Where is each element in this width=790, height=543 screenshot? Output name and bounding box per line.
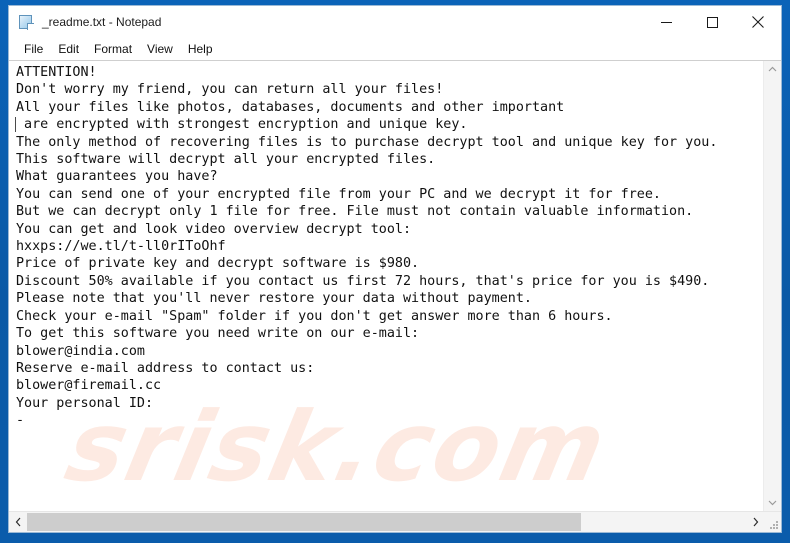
horizontal-scroll-track[interactable] (27, 512, 746, 532)
notepad-window: _readme.txt - Notepad File Edit Format V… (8, 5, 782, 533)
text-line: Your personal ID: (16, 395, 154, 411)
menu-item-format[interactable]: Format (87, 40, 140, 58)
horizontal-scrollbar[interactable] (9, 511, 781, 532)
chevron-down-icon (768, 500, 777, 506)
title-bar-left: _readme.txt - Notepad (9, 14, 643, 31)
text-line: - (16, 413, 25, 429)
chevron-left-icon (15, 517, 20, 527)
text-line: Reserve e-mail address to contact us: (16, 360, 315, 376)
text-line: ATTENTION! (16, 65, 97, 80)
text-line: You can get and look video overview decr… (16, 221, 412, 237)
menu-item-edit[interactable]: Edit (51, 40, 87, 58)
close-icon (752, 16, 764, 28)
text-line: are encrypted with strongest encryption … (15, 116, 763, 133)
minimize-button[interactable] (643, 6, 689, 38)
title-bar[interactable]: _readme.txt - Notepad (9, 6, 781, 38)
text-line: The only method of recovering files is t… (16, 134, 718, 150)
text-line: What guarantees you have? (16, 169, 218, 185)
scroll-down-button[interactable] (764, 494, 781, 511)
text-line: blower@firemail.cc (16, 378, 162, 394)
text-line: Discount 50% available if you contact us… (16, 273, 710, 289)
scroll-right-button[interactable] (746, 512, 764, 532)
text-line: You can send one of your encrypted file … (16, 186, 661, 202)
horizontal-scroll-thumb[interactable] (27, 513, 581, 531)
maximize-icon (706, 16, 718, 28)
menu-item-help[interactable]: Help (181, 40, 221, 58)
scroll-up-button[interactable] (764, 61, 781, 78)
menu-bar: File Edit Format View Help (9, 38, 781, 60)
vertical-scrollbar[interactable] (763, 61, 781, 511)
text-line: hxxps://we.tl/t-ll0rIToOhf (16, 239, 226, 255)
editor-region: srisk.com ATTENTION! Don't worry my frien… (9, 60, 781, 511)
maximize-button[interactable] (689, 6, 735, 38)
resize-grip-icon[interactable] (764, 512, 781, 532)
close-button[interactable] (735, 6, 781, 38)
text-line: But we can decrypt only 1 file for free.… (16, 204, 694, 220)
document-text[interactable]: ATTENTION! Don't worry my friend, you can… (9, 61, 763, 430)
text-line: blower@india.com (16, 343, 145, 359)
chevron-right-icon (753, 517, 758, 527)
window-title: _readme.txt - Notepad (42, 15, 162, 29)
text-line: Price of private key and decrypt softwar… (16, 256, 420, 272)
notepad-document-icon (18, 14, 35, 31)
minimize-icon (660, 21, 672, 23)
window-controls (643, 6, 781, 38)
text-line: To get this software you need write on o… (16, 326, 420, 342)
scroll-left-button[interactable] (9, 512, 27, 532)
text-editor-area[interactable]: srisk.com ATTENTION! Don't worry my frien… (9, 61, 763, 511)
chevron-up-icon (768, 66, 777, 72)
text-line: Check your e-mail "Spam" folder if you d… (16, 308, 613, 324)
text-line: Don't worry my friend, you can return al… (16, 82, 444, 98)
menu-item-file[interactable]: File (17, 40, 51, 58)
text-line: Please note that you'll never restore yo… (16, 291, 532, 307)
menu-item-view[interactable]: View (140, 40, 181, 58)
text-line: All your files like photos, databases, d… (16, 99, 565, 115)
text-line: This software will decrypt all your encr… (16, 152, 436, 168)
